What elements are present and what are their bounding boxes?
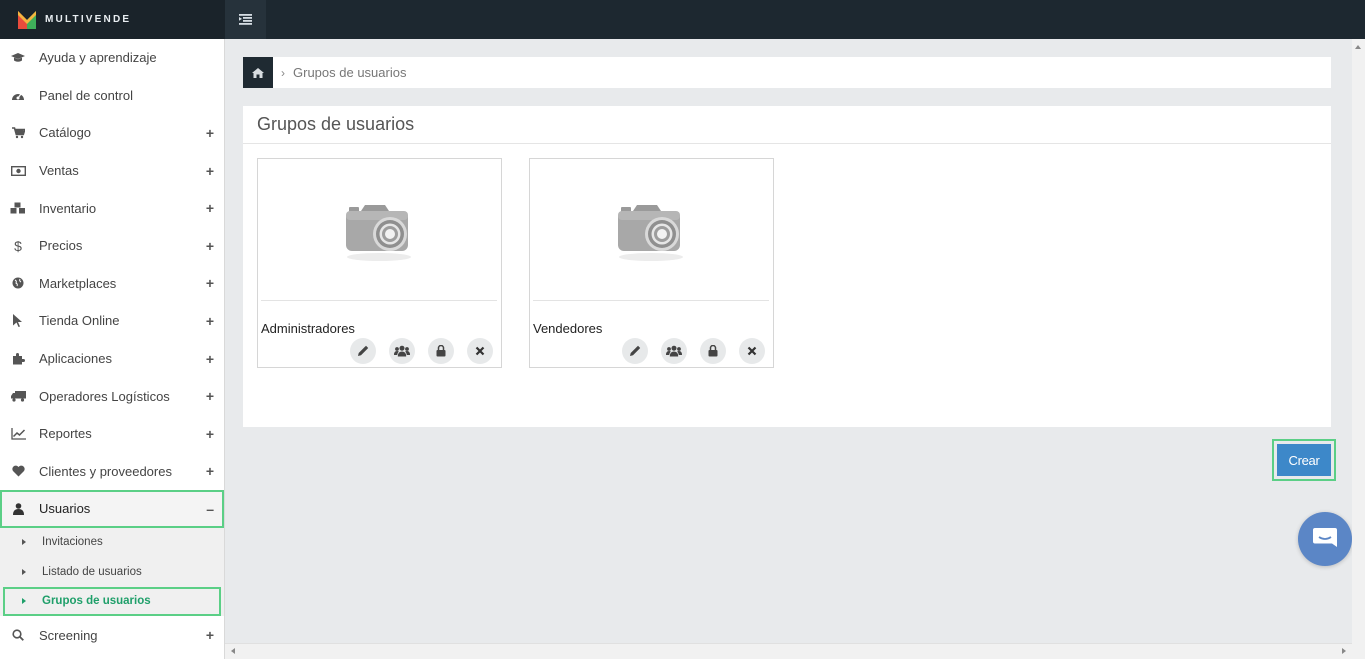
page-title: Grupos de usuarios — [243, 106, 1331, 144]
sidebar-toggle-button[interactable] — [225, 0, 266, 39]
brand[interactable]: MULTIVENDE — [0, 0, 225, 39]
scroll-right-arrow-icon[interactable] — [1342, 648, 1346, 654]
sidebar-item-precios[interactable]: $ Precios + — [0, 227, 224, 265]
scroll-up-arrow-icon[interactable] — [1355, 45, 1361, 49]
group-image[interactable] — [533, 159, 769, 301]
vertical-scrollbar[interactable] — [1352, 39, 1365, 643]
lock-icon — [436, 345, 446, 357]
pencil-icon — [630, 345, 641, 356]
scrollbar-corner — [1352, 643, 1365, 659]
breadcrumb-separator: › — [281, 65, 285, 80]
expand-icon[interactable]: + — [206, 463, 214, 479]
cart-icon — [9, 127, 27, 139]
expand-icon[interactable]: + — [206, 351, 214, 367]
group-permissions-button[interactable] — [428, 338, 454, 364]
create-button-highlight: Crear — [1272, 439, 1336, 481]
sidebar-item-clientes-y-proveedores[interactable]: Clientes y proveedores + — [0, 453, 224, 491]
lock-icon — [708, 345, 718, 357]
groups-panel: Grupos de usuarios Administradores Vende… — [243, 106, 1331, 427]
group-image[interactable] — [261, 159, 497, 301]
cursor-icon — [9, 314, 27, 328]
group-name: Vendedores — [533, 321, 603, 336]
sidebar: Ayuda y aprendizaje Panel de control Cat… — [0, 39, 225, 659]
users-icon — [394, 345, 410, 357]
user-icon — [9, 503, 27, 515]
submenu-item-listado-de-usuarios[interactable]: Listado de usuarios — [0, 557, 224, 587]
expand-icon[interactable]: + — [206, 426, 214, 442]
submenu-item-grupos-de-usuarios[interactable]: Grupos de usuarios — [3, 586, 221, 617]
expand-icon[interactable]: + — [206, 238, 214, 254]
expand-icon[interactable]: + — [206, 627, 214, 643]
scroll-left-arrow-icon[interactable] — [231, 648, 235, 654]
collapse-icon[interactable]: – — [206, 501, 214, 517]
group-actions — [350, 338, 493, 364]
heart-icon — [9, 465, 27, 477]
breadcrumb-current: Grupos de usuarios — [293, 65, 407, 80]
expand-icon[interactable]: + — [206, 125, 214, 141]
camera-placeholder-icon — [618, 204, 683, 261]
line-chart-icon — [9, 427, 27, 440]
sidebar-item-catalogo[interactable]: Catálogo + — [0, 114, 224, 152]
camera-placeholder-icon — [346, 204, 411, 261]
sidebar-item-reportes[interactable]: Reportes + — [0, 415, 224, 453]
truck-icon — [9, 390, 27, 402]
top-bar: MULTIVENDE — [0, 0, 1365, 39]
sidebar-item-marketplaces[interactable]: Marketplaces + — [0, 265, 224, 303]
sidebar-item-tienda-online[interactable]: Tienda Online + — [0, 302, 224, 340]
sidebar-item-panel-de-control[interactable]: Panel de control — [0, 77, 224, 115]
dollar-icon: $ — [14, 237, 22, 254]
submenu-item-invitaciones[interactable]: Invitaciones — [0, 528, 224, 558]
group-card: Vendedores — [529, 158, 774, 368]
dashboard-icon — [9, 89, 27, 101]
delete-group-button[interactable] — [739, 338, 765, 364]
group-name: Administradores — [261, 321, 355, 336]
brand-name: MULTIVENDE — [45, 14, 132, 25]
puzzle-icon — [9, 352, 27, 365]
caret-right-icon — [22, 598, 26, 605]
graduation-cap-icon — [9, 52, 27, 64]
sidebar-item-ventas[interactable]: Ventas + — [0, 152, 224, 190]
close-icon — [747, 346, 757, 356]
breadcrumb: › Grupos de usuarios — [243, 57, 1331, 88]
sidebar-item-aplicaciones[interactable]: Aplicaciones + — [0, 340, 224, 378]
edit-group-button[interactable] — [350, 338, 376, 364]
group-permissions-button[interactable] — [700, 338, 726, 364]
expand-icon[interactable]: + — [206, 388, 214, 404]
breadcrumb-home-button[interactable] — [243, 57, 273, 88]
caret-right-icon — [22, 539, 26, 546]
multivende-logo-icon — [18, 10, 36, 29]
sidebar-item-screening[interactable]: Screening + — [0, 616, 224, 654]
group-actions — [622, 338, 765, 364]
pencil-icon — [358, 345, 369, 356]
money-icon — [9, 165, 27, 176]
edit-group-button[interactable] — [622, 338, 648, 364]
sidebar-item-ayuda[interactable]: Ayuda y aprendizaje — [0, 39, 224, 77]
group-members-button[interactable] — [661, 338, 687, 364]
globe-icon — [9, 277, 27, 289]
caret-right-icon — [22, 568, 26, 575]
delete-group-button[interactable] — [467, 338, 493, 364]
users-icon — [666, 345, 682, 357]
home-icon — [252, 67, 264, 78]
search-icon — [9, 629, 27, 641]
usuarios-submenu: Invitaciones Listado de usuarios Grupos … — [0, 527, 224, 617]
expand-icon[interactable]: + — [206, 200, 214, 216]
expand-icon[interactable]: + — [206, 313, 214, 329]
group-card: Administradores — [257, 158, 502, 368]
expand-icon[interactable]: + — [206, 275, 214, 291]
sidebar-item-operadores-logisticos[interactable]: Operadores Logísticos + — [0, 377, 224, 415]
cubes-icon — [9, 202, 27, 214]
chat-bubble-icon — [1313, 528, 1337, 547]
sidebar-item-usuarios[interactable]: Usuarios – — [0, 490, 224, 528]
horizontal-scrollbar[interactable] — [225, 643, 1352, 659]
indent-icon — [239, 14, 252, 25]
chat-launcher-button[interactable] — [1298, 512, 1352, 566]
close-icon — [475, 346, 485, 356]
create-group-button[interactable]: Crear — [1277, 444, 1331, 476]
group-members-button[interactable] — [389, 338, 415, 364]
sidebar-item-inventario[interactable]: Inventario + — [0, 189, 224, 227]
expand-icon[interactable]: + — [206, 163, 214, 179]
